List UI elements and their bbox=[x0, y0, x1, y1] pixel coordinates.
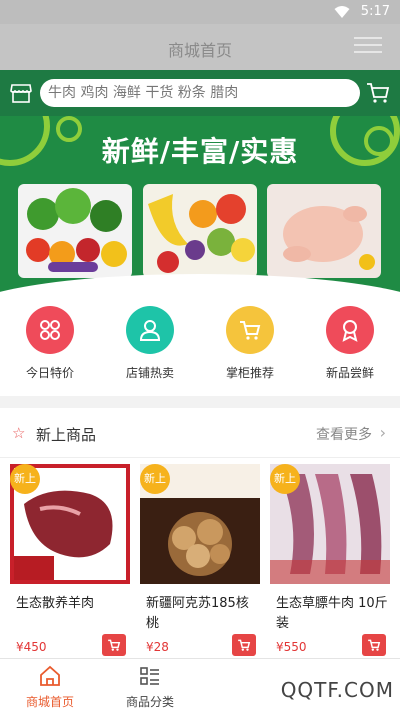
chicken-image bbox=[267, 184, 381, 278]
new-badge: 新上 bbox=[140, 464, 170, 494]
category-list-icon bbox=[140, 667, 159, 685]
view-more-link[interactable]: 查看更多 bbox=[316, 424, 372, 444]
tab-label: 商城首页 bbox=[25, 695, 74, 709]
promo-banner[interactable]: 新鲜/丰富/实惠 bbox=[0, 116, 400, 296]
category-hot-sale[interactable]: 店铺热卖 bbox=[100, 306, 200, 381]
search-input[interactable]: 牛肉 鸡肉 海鲜 干货 粉条 腊肉 bbox=[40, 79, 360, 107]
star-icon: ☆ bbox=[12, 424, 26, 442]
status-bar: 5:17 bbox=[0, 0, 400, 24]
store-icon[interactable] bbox=[10, 82, 32, 104]
section-title: 新上商品 bbox=[36, 426, 97, 444]
title-bar: 商城首页 bbox=[0, 24, 400, 70]
new-badge: 新上 bbox=[10, 464, 40, 494]
category-label: 今日特价 bbox=[25, 366, 74, 380]
category-label: 店铺热卖 bbox=[125, 366, 174, 380]
menu-icon[interactable] bbox=[354, 37, 382, 57]
cart-icon bbox=[226, 306, 274, 354]
search-bar: 牛肉 鸡肉 海鲜 干货 粉条 腊肉 bbox=[0, 70, 400, 116]
product-name: 新疆阿克苏185核桃 bbox=[146, 596, 249, 631]
chevron-right-icon[interactable]: › bbox=[380, 423, 386, 442]
add-to-cart-button[interactable] bbox=[362, 634, 386, 656]
fruits-image bbox=[143, 184, 257, 278]
tab-categories[interactable]: 商品分类 bbox=[100, 665, 200, 710]
home-icon bbox=[40, 665, 60, 686]
add-to-cart-button[interactable] bbox=[102, 634, 126, 656]
vegetables-image bbox=[18, 184, 132, 278]
award-icon bbox=[326, 306, 374, 354]
tab-home[interactable]: 商城首页 bbox=[0, 665, 100, 710]
page-title: 商城首页 bbox=[167, 41, 232, 60]
cart-icon bbox=[368, 639, 381, 651]
product-name: 生态散养羊肉 bbox=[16, 596, 95, 611]
wifi-icon bbox=[334, 6, 350, 18]
new-products-section: ☆ 新上商品 查看更多 › 新上 生态散养羊肉 ¥450 新上 新疆阿克苏185… bbox=[0, 408, 400, 658]
status-time: 5:17 bbox=[360, 4, 390, 19]
category-today-special[interactable]: 今日特价 bbox=[0, 306, 100, 381]
product-price: ¥450 bbox=[16, 640, 47, 654]
new-badge: 新上 bbox=[270, 464, 300, 494]
add-to-cart-button[interactable] bbox=[232, 634, 256, 656]
cart-icon bbox=[238, 639, 251, 651]
product-price: ¥28 bbox=[146, 640, 169, 654]
category-label: 掌柜推荐 bbox=[225, 366, 274, 380]
cart-icon bbox=[108, 639, 121, 651]
product-card[interactable]: 新上 新疆阿克苏185核桃 ¥28 bbox=[140, 464, 260, 656]
category-label: 新品尝鲜 bbox=[325, 366, 374, 380]
product-name: 生态草膘牛肉 10斤装 bbox=[276, 596, 388, 631]
category-recommend[interactable]: 掌柜推荐 bbox=[200, 306, 300, 381]
product-price: ¥550 bbox=[276, 640, 307, 654]
user-icon bbox=[126, 306, 174, 354]
grid-icon bbox=[26, 306, 74, 354]
banner-slogan: 新鲜/丰富/实惠 bbox=[101, 135, 299, 168]
tab-label: 商品分类 bbox=[125, 695, 174, 709]
watermark: QQTF.COM bbox=[280, 678, 394, 702]
cart-icon[interactable] bbox=[366, 81, 390, 105]
category-row: 今日特价 店铺热卖 掌柜推荐 新品尝鲜 bbox=[0, 296, 400, 396]
product-card[interactable]: 新上 生态草膘牛肉 10斤装 ¥550 bbox=[270, 464, 390, 656]
category-new-taste[interactable]: 新品尝鲜 bbox=[300, 306, 400, 381]
product-card[interactable]: 新上 生态散养羊肉 ¥450 bbox=[10, 464, 130, 656]
section-header: ☆ 新上商品 查看更多 › bbox=[0, 408, 400, 458]
